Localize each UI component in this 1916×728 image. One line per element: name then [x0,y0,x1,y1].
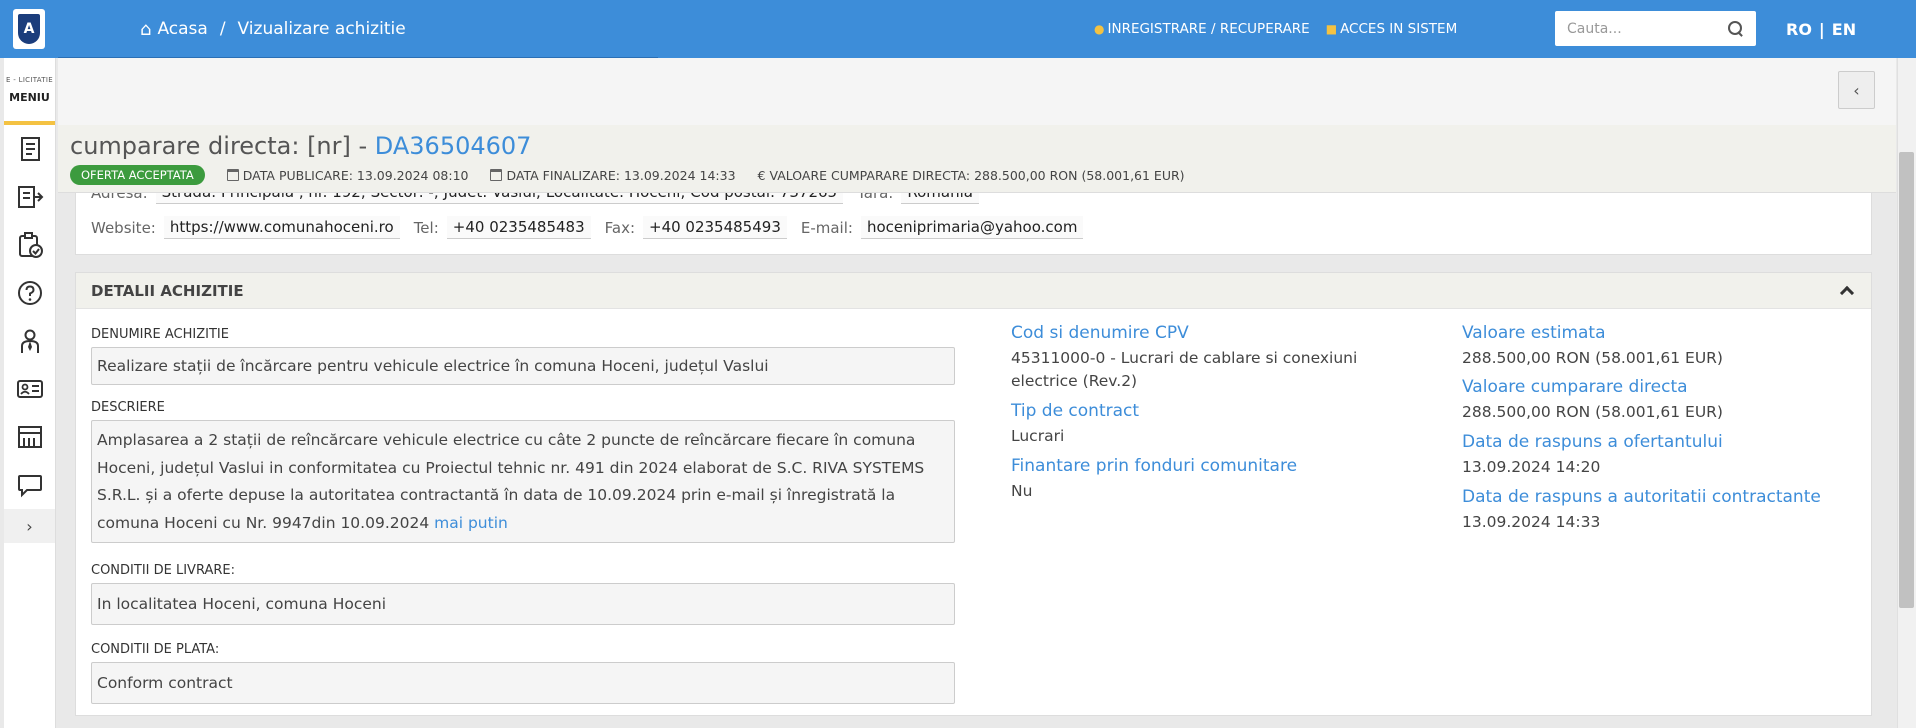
breadcrumb-home[interactable]: Acasa [157,19,207,39]
store-icon [17,426,42,448]
page-title: cumparare directa: [nr] - DA36504607 [70,132,531,160]
chevron-left-icon: ‹ [1853,80,1860,100]
bidder-response-value: 13.09.2024 14:20 [1462,458,1601,476]
name-label: DENUMIRE ACHIZITIE [91,327,229,342]
register-link-label: INREGISTRARE / RECUPERARE [1107,21,1310,37]
document-icon [20,137,40,161]
search-icon[interactable] [1728,20,1744,37]
id-card-icon [16,380,43,398]
description-field: Amplasarea a 2 stații de reîncărcare veh… [91,420,955,543]
lock-icon: ■ [1325,22,1338,36]
sidebar-item-chat[interactable] [4,461,55,509]
payment-label: CONDITII DE PLATA: [91,642,220,657]
fax-label: Fax: [604,218,635,237]
eu-funds-value: Nu [1011,482,1033,500]
top-links: ● INREGISTRARE / RECUPERARE ■ ACCES IN SIS… [1094,0,1473,58]
logo-mark: A [18,14,40,44]
sidebar: E - LICITATIE MENIU › [4,58,56,728]
direct-value-label: Valoare cumparare directa [1462,377,1688,397]
scrollbar-thumb[interactable] [1899,152,1914,608]
title-prefix: cumparare directa: [nr] - [70,132,375,160]
logo[interactable]: A [0,0,58,58]
sidebar-item-list[interactable] [4,173,55,221]
details-header[interactable]: DETALII ACHIZITIE [76,273,1871,309]
publish-date: DATA PUBLICARE: 13.09.2024 08:10 [226,167,469,183]
user-icon: ● [1094,22,1105,36]
contract-type-value: Lucrari [1011,427,1065,445]
help-icon [17,281,42,305]
sidebar-item-users[interactable] [4,317,55,365]
details-title: DETALII ACHIZITIE [91,281,244,300]
cpv-label: Cod si denumire CPV [1011,323,1189,343]
sidebar-menu-button[interactable]: E - LICITATIE MENIU [4,58,55,125]
search-box [1555,11,1756,46]
procurement-code: DA36504607 [374,132,532,160]
home-icon[interactable]: ⌂ [140,19,151,40]
logo-shield: A [13,9,45,49]
chat-icon [17,475,42,498]
tel-value: +40 0235485483 [446,216,591,239]
finalize-date: DATA FINALIZARE: 13.09.2024 14:33 [490,167,736,183]
cpv-value: 45311000-0 - Lucrari de cablare si conex… [1011,349,1358,390]
contract-type-label: Tip de contract [1011,401,1140,421]
calendar-icon [226,169,239,181]
contact-row: Website: https://www.comunahoceni.ro Tel… [91,216,1097,239]
brand-small: E - LICITATIE [6,75,53,84]
clipboard-check-icon [18,232,43,258]
lang-en[interactable]: EN [1832,20,1856,39]
finalize-date-text: DATA FINALIZARE: 13.09.2024 14:33 [506,167,736,183]
sidebar-expand-button[interactable]: › [4,509,55,543]
procurement-header: cumparare directa: [nr] - DA36504607 OFE… [58,125,1896,193]
chevron-right-icon: › [26,516,33,536]
user-tie-icon [20,329,39,353]
lang-separator: | [1818,19,1825,39]
breadcrumb-separator: / [219,19,226,39]
language-switch: RO | EN [1786,0,1856,58]
email-value[interactable]: hoceniprimaria@yahoo.com [860,216,1084,239]
eu-funds-label: Finantare prin fonduri comunitare [1011,456,1298,476]
payment-field: Conform contract [91,662,955,704]
authority-response-value: 13.09.2024 14:33 [1462,513,1601,531]
bidder-response-label: Data de raspuns a ofertantului [1462,432,1723,452]
show-less-link[interactable]: mai putin [434,514,508,532]
direct-value: € VALOARE CUMPARARE DIRECTA: 288.500,00 … [757,167,1185,183]
procurement-meta: OFERTA ACCEPTATA DATA PUBLICARE: 13.09.2… [70,165,1207,185]
login-link[interactable]: ■ ACCES IN SISTEM [1326,21,1458,37]
sidebar-item-help[interactable] [4,269,55,317]
email-label: E-mail: [800,218,853,237]
delivery-label: CONDITII DE LIVRARE: [91,563,235,578]
sidebar-item-documents[interactable] [4,125,55,173]
description-label: DESCRIERE [91,400,165,415]
fax-value: +40 0235485493 [643,216,787,239]
description-text: Amplasarea a 2 stații de reîncărcare veh… [97,431,925,532]
authority-response-label: Data de raspuns a autoritatii contractan… [1462,487,1821,507]
publish-date-text: DATA PUBLICARE: 13.09.2024 08:10 [242,167,469,183]
name-field: Realizare stații de încărcare pentru veh… [91,347,955,385]
collapse-panel-button[interactable]: ‹ [1838,71,1875,109]
website-value[interactable]: https://www.comunahoceni.ro [163,216,400,239]
website-label: Website: [91,218,156,237]
lang-ro[interactable]: RO [1786,20,1812,39]
list-arrow-icon [17,186,43,208]
breadcrumb-current: Vizualizare achizitie [237,19,406,39]
chevron-up-icon[interactable] [1839,285,1855,301]
calendar-icon [490,169,503,181]
menu-label: MENIU [9,90,50,104]
sidebar-item-clipboard[interactable] [4,221,55,269]
register-link[interactable]: ● INREGISTRARE / RECUPERARE [1094,21,1310,37]
toolbar-band [58,58,1896,125]
sidebar-item-idcard[interactable] [4,365,55,413]
sidebar-item-store[interactable] [4,413,55,461]
delivery-field: In localitatea Hoceni, comuna Hoceni [91,583,955,625]
tel-label: Tel: [413,218,439,237]
login-link-label: ACCES IN SISTEM [1340,21,1458,37]
status-badge: OFERTA ACCEPTATA [70,165,205,185]
details-panel: DETALII ACHIZITIE DENUMIRE ACHIZITIE Rea… [75,272,1872,716]
top-bar: A ⌂ Acasa / Vizualizare achizitie ● INREG… [0,0,1916,58]
estimated-value: 288.500,00 RON (58.001,61 EUR) [1462,349,1723,367]
search-input[interactable] [1567,20,1728,37]
breadcrumb: ⌂ Acasa / Vizualizare achizitie [140,0,406,58]
direct-purchase-value: 288.500,00 RON (58.001,61 EUR) [1462,403,1723,421]
estimated-value-label: Valoare estimata [1462,323,1606,343]
